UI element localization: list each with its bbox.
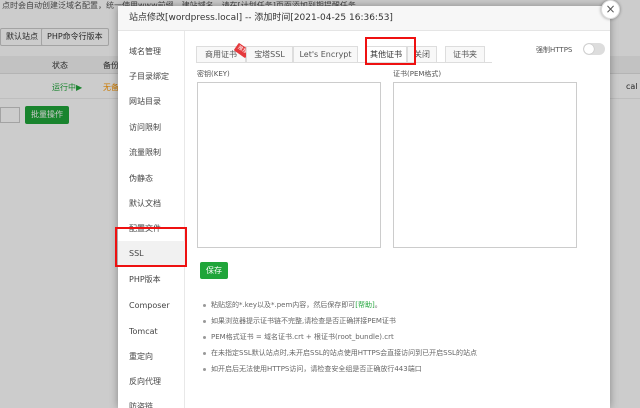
sidebar-item-redirect[interactable]: 重定向 xyxy=(118,344,185,369)
sidebar-item-reverse-proxy[interactable]: 反向代理 xyxy=(118,369,185,394)
cert-label: 证书(PEM格式) xyxy=(393,70,442,78)
force-https-toggle[interactable] xyxy=(583,43,605,55)
toggle-knob xyxy=(584,44,594,54)
sidebar-item-site-directory[interactable]: 网站目录 xyxy=(118,89,185,114)
other-cert-highlight-box xyxy=(365,37,416,65)
save-button[interactable]: 保存 xyxy=(200,262,228,279)
help-link[interactable]: [帮助] xyxy=(355,301,374,309)
key-label: 密钥(KEY) xyxy=(197,70,230,78)
tab-cert-folder[interactable]: 证书夹 xyxy=(445,46,485,63)
cert-textarea[interactable] xyxy=(393,82,577,248)
tip-text: 粘贴您的*.key以及*.pem内容，然后保存即可 xyxy=(211,301,356,309)
list-item: 如开启后无法使用HTTPS访问，请检查安全组是否正确放行443端口 xyxy=(203,361,593,377)
modal-sidebar: 域名管理 子目录绑定 网站目录 访问限制 流量限制 伪静态 默认文档 配置文件 … xyxy=(118,31,185,408)
sidebar-item-php-version[interactable]: PHP版本 xyxy=(118,267,185,292)
sidebar-item-access-limit[interactable]: 访问限制 xyxy=(118,115,185,140)
sidebar-item-tomcat[interactable]: Tomcat xyxy=(118,319,185,344)
close-icon[interactable]: × xyxy=(601,0,620,19)
ssl-highlight-box xyxy=(115,227,187,267)
modal-title: 站点修改[wordpress.local] -- 添加时间[2021-04-25… xyxy=(118,6,610,31)
sidebar-item-hotlink-protection[interactable]: 防盗链 xyxy=(118,394,185,408)
sidebar-item-traffic-limit[interactable]: 流量限制 xyxy=(118,140,185,165)
sidebar-item-subdirectory[interactable]: 子目录绑定 xyxy=(118,64,185,89)
force-https-label: 强制HTTPS xyxy=(536,46,573,54)
ssl-tips: 粘贴您的*.key以及*.pem内容，然后保存即可[帮助]。 如果浏览器提示证书… xyxy=(203,297,593,377)
tip-text-end: 。 xyxy=(374,301,382,309)
sidebar-item-composer[interactable]: Composer xyxy=(118,293,185,318)
sidebar-item-default-document[interactable]: 默认文档 xyxy=(118,191,185,216)
tab-label: 商用证书 xyxy=(205,50,237,59)
sidebar-item-domain[interactable]: 域名管理 xyxy=(118,39,185,64)
key-textarea[interactable] xyxy=(197,82,381,248)
tab-bt-ssl[interactable]: 宝塔SSL xyxy=(246,46,293,63)
list-item: PEM格式证书 = 域名证书.crt + 根证书(root_bundle).cr… xyxy=(203,329,593,345)
list-item: 粘贴您的*.key以及*.pem内容，然后保存即可[帮助]。 xyxy=(203,297,593,313)
list-item: 在未指定SSL默认站点时,未开启SSL的站点使用HTTPS会直接访问到已开启SS… xyxy=(203,345,593,361)
tab-lets-encrypt[interactable]: Let's Encrypt xyxy=(293,46,358,63)
tab-commercial-cert[interactable]: 商用证书 推荐 xyxy=(196,42,251,63)
tab-divider xyxy=(196,62,492,63)
sidebar-item-rewrite[interactable]: 伪静态 xyxy=(118,166,185,191)
list-item: 如果浏览器提示证书链不完整,请检查是否正确拼接PEM证书 xyxy=(203,313,593,329)
